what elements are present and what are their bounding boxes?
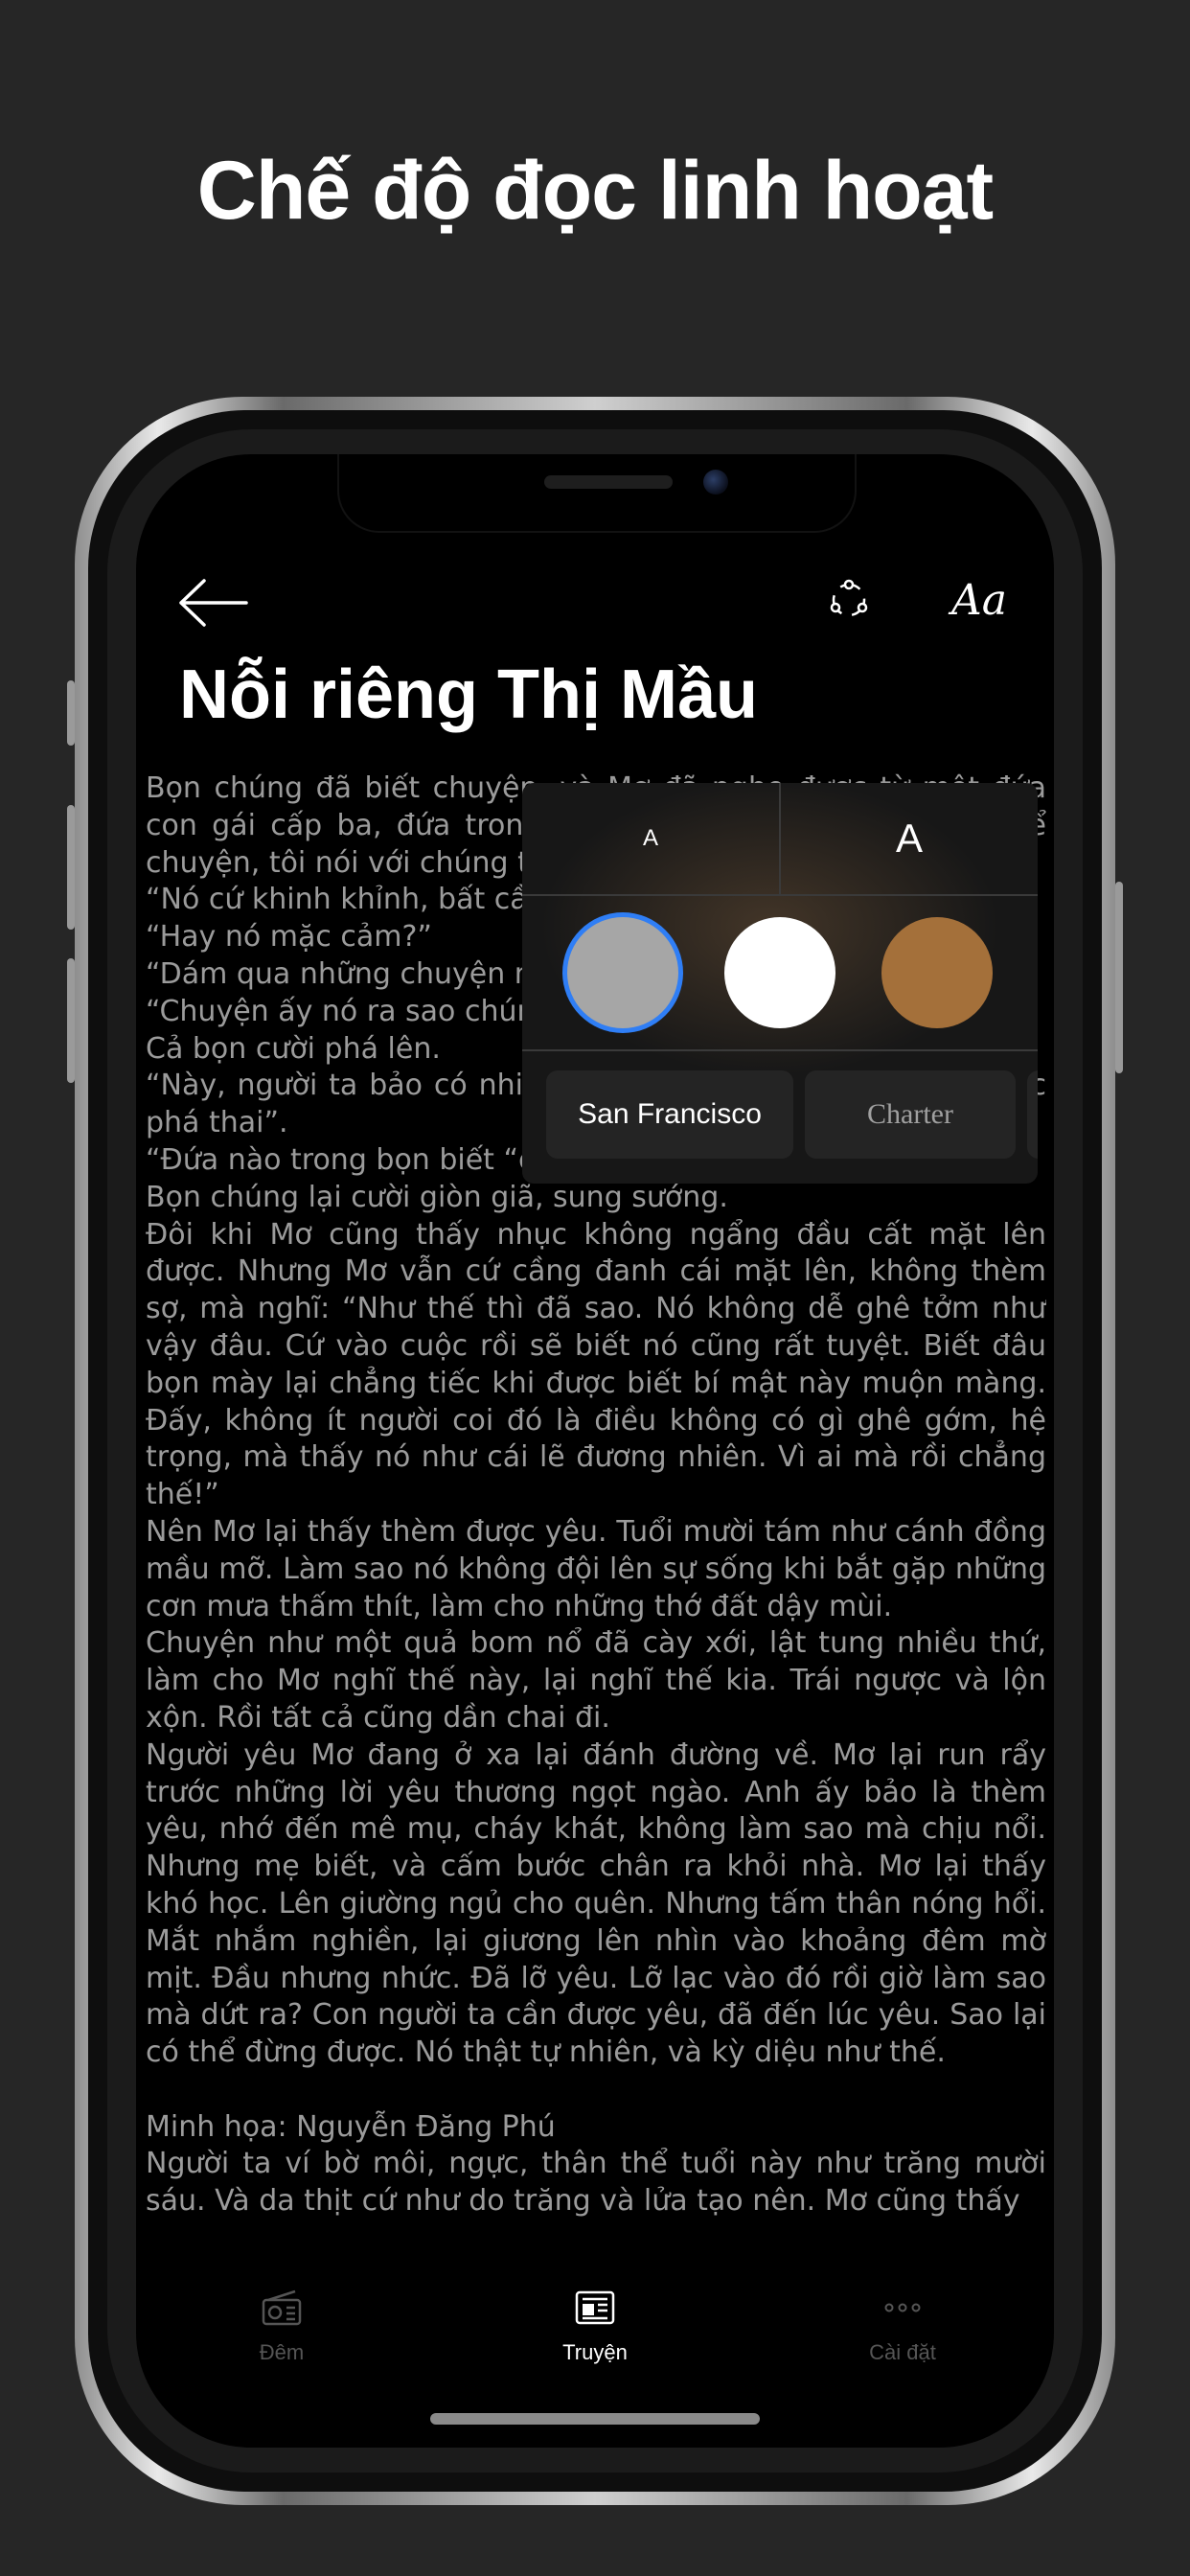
font-option-san-francisco[interactable]: San Francisco <box>546 1070 793 1159</box>
tab-truyen[interactable]: Truyện <box>499 2271 691 2386</box>
speaker-grille <box>544 475 673 489</box>
home-indicator[interactable] <box>430 2413 760 2425</box>
paragraph: Đôi khi Mơ cũng thấy nhục không ngẩng đầ… <box>146 1217 1046 1512</box>
paragraph: Bọn chúng lại cười giòn giã, sung sướng. <box>146 1180 728 1214</box>
font-option-charter[interactable]: Charter <box>805 1070 1016 1159</box>
paragraph: Người ta ví bờ môi, ngực, thân thể tuổi … <box>146 2147 1046 2219</box>
story-title: Nỗi riêng Thị Mầu <box>179 656 758 733</box>
font-option-label: San Francisco <box>578 1098 762 1130</box>
tab-dem[interactable]: Đêm <box>186 2271 378 2386</box>
font-option-label: Charter <box>867 1098 953 1130</box>
illustration-credit: Minh họa: Nguyễn Đăng Phú <box>146 2109 556 2144</box>
volume-up-button <box>67 805 75 930</box>
text-settings-icon: Aa <box>950 575 1007 625</box>
newspaper-icon <box>575 2290 615 2325</box>
paragraph: Người yêu Mơ đang ở xa lại đánh đường về… <box>146 1737 1046 2070</box>
text-settings-button[interactable]: Aa <box>941 569 1018 631</box>
power-button <box>1115 882 1123 1073</box>
theme-row <box>522 896 1038 1051</box>
paragraph: Chuyện như một quả bom nổ đã cày xới, lậ… <box>146 1626 1046 1735</box>
decrease-font-size-button[interactable]: A <box>522 783 781 894</box>
tab-cai-dat[interactable]: Cài đặt <box>807 2271 998 2386</box>
tab-label: Cài đặt <box>869 2340 936 2364</box>
tab-bar: Đêm Truyện Cài đặt <box>136 2271 1054 2415</box>
font-size-row: A A <box>522 783 1038 896</box>
notch <box>337 454 857 533</box>
paragraph: Nên Mơ lại thấy thèm được yêu. Tuổi mười… <box>146 1514 1046 1623</box>
radio-icon <box>262 2289 302 2326</box>
phone-screen: Aa Nỗi riêng Thị Mầu Bọn chúng đã biết c… <box>136 454 1054 2448</box>
tab-label: Đêm <box>259 2340 305 2364</box>
theme-swatch-white[interactable] <box>724 917 835 1028</box>
reader-top-bar: Aa <box>136 560 1054 646</box>
font-option-more[interactable] <box>1027 1070 1038 1159</box>
tab-label: Truyện <box>562 2340 628 2364</box>
share-icon <box>830 579 868 617</box>
headline: Chế độ đọc linh hoạt <box>196 145 994 237</box>
theme-swatch-gray[interactable] <box>567 917 678 1028</box>
font-family-row: San Francisco Charter <box>522 1061 1038 1172</box>
back-arrow-icon <box>179 579 248 627</box>
share-button[interactable] <box>820 571 878 629</box>
reading-settings-popover: A A San Francisco Charter <box>522 783 1038 1184</box>
back-button[interactable] <box>174 569 251 636</box>
increase-font-size-button[interactable]: A <box>781 783 1038 894</box>
theme-swatch-sepia[interactable] <box>881 917 993 1028</box>
more-dots-icon <box>884 2303 921 2312</box>
volume-down-button <box>67 958 75 1083</box>
silent-switch <box>67 680 75 746</box>
front-camera <box>703 470 728 494</box>
